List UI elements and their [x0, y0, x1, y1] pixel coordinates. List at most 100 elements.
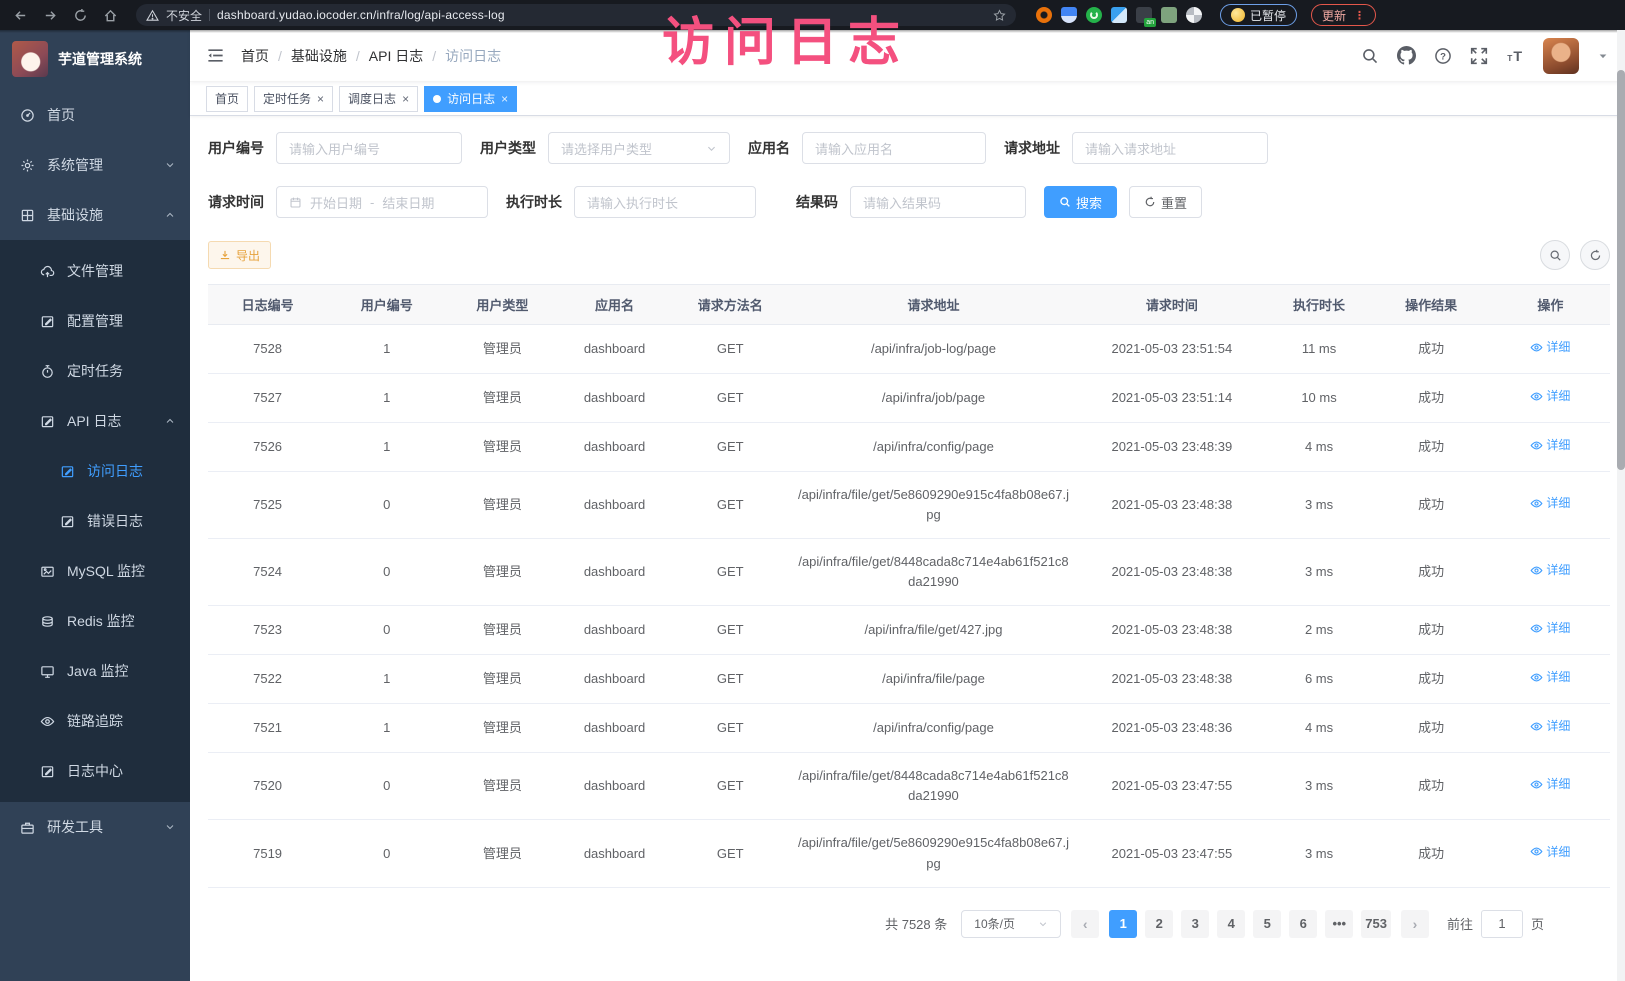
page-button-1[interactable]: 1	[1109, 910, 1137, 938]
page-ellipsis[interactable]: •••	[1325, 910, 1353, 938]
table-body: 75281管理员dashboardGET/api/infra/job-log/p…	[208, 325, 1610, 888]
close-icon[interactable]: ×	[317, 93, 324, 105]
duration-input[interactable]: 请输入执行时长	[574, 186, 756, 218]
hamburger-icon[interactable]	[206, 46, 225, 65]
sidebar-item-log-center[interactable]: 日志中心	[0, 746, 190, 796]
detail-link[interactable]: 详细	[1530, 338, 1570, 357]
sidebar-item-file-management[interactable]: 文件管理	[0, 246, 190, 296]
browser-forward-icon[interactable]	[38, 3, 62, 27]
breadcrumb-infrastructure[interactable]: 基础设施	[291, 46, 347, 66]
user-id-input[interactable]: 请输入用户编号	[276, 132, 462, 164]
request-url-input[interactable]: 请输入请求地址	[1072, 132, 1268, 164]
page-button-753[interactable]: 753	[1361, 910, 1391, 938]
fullscreen-icon[interactable]	[1470, 47, 1488, 65]
refresh-icon	[1589, 249, 1602, 262]
close-icon[interactable]: ×	[402, 93, 409, 105]
extension-green-icon[interactable]	[1086, 7, 1102, 23]
tab-首页[interactable]: 首页	[206, 86, 248, 112]
detail-link[interactable]: 详细	[1530, 717, 1570, 736]
toggle-search-button[interactable]	[1540, 240, 1570, 270]
sidebar-item-label: Redis 监控	[67, 611, 176, 631]
detail-link[interactable]: 详细	[1530, 668, 1570, 687]
detail-link[interactable]: 详细	[1530, 843, 1570, 862]
profile-sync-paused-chip[interactable]: 已暂停	[1220, 4, 1297, 26]
page-button-3[interactable]: 3	[1181, 910, 1209, 938]
cell-duration: 11 ms	[1266, 325, 1371, 374]
scrollbar-thumb[interactable]	[1617, 70, 1625, 470]
search-icon[interactable]	[1361, 47, 1379, 65]
breadcrumb-home[interactable]: 首页	[241, 46, 269, 66]
edit-icon	[60, 514, 75, 529]
scrollbar-track[interactable]	[1617, 30, 1625, 981]
cell-method: GET	[671, 655, 790, 704]
close-icon[interactable]: ×	[501, 93, 508, 105]
sidebar-item-java-monitor[interactable]: Java 监控	[0, 646, 190, 696]
sidebar-item-access-log[interactable]: 访问日志	[0, 446, 190, 496]
breadcrumb-api-log[interactable]: API 日志	[369, 46, 423, 66]
tab-访问日志[interactable]: 访问日志 ×	[424, 86, 517, 112]
sidebar-item-dev-tools[interactable]: 研发工具	[0, 802, 190, 852]
next-page-button[interactable]: ›	[1401, 910, 1429, 938]
tab-调度日志[interactable]: 调度日志×	[339, 86, 418, 112]
address-bar[interactable]: 不安全 dashboard.yudao.iocoder.cn/infra/log…	[136, 4, 1016, 26]
extension-pinwheel-icon[interactable]	[1186, 7, 1202, 23]
cell-user_type: 管理员	[446, 373, 558, 422]
sidebar-item-trace[interactable]: 链路追踪	[0, 696, 190, 746]
reset-button[interactable]: 重置	[1129, 186, 1202, 218]
detail-link[interactable]: 详细	[1530, 775, 1570, 794]
column-header: 应用名	[558, 285, 670, 325]
app-name-input[interactable]: 请输入应用名	[802, 132, 986, 164]
detail-link[interactable]: 详细	[1530, 619, 1570, 638]
extension-orange-icon[interactable]	[1036, 7, 1052, 23]
sidebar-item-system-management[interactable]: 系统管理	[0, 140, 190, 190]
detail-link[interactable]: 详细	[1530, 494, 1570, 513]
help-icon[interactable]: ?	[1434, 47, 1452, 65]
extension-puzzle-icon[interactable]	[1111, 7, 1127, 23]
cell-id: 7527	[208, 373, 327, 422]
extension-person-icon[interactable]	[1161, 7, 1177, 23]
browser-reload-icon[interactable]	[68, 3, 92, 27]
prev-page-button[interactable]: ‹	[1071, 910, 1099, 938]
page-button-2[interactable]: 2	[1145, 910, 1173, 938]
sidebar-item-config-management[interactable]: 配置管理	[0, 296, 190, 346]
browser-update-button[interactable]: 更新 ⋮	[1311, 4, 1376, 26]
extension-shield-icon[interactable]	[1061, 7, 1077, 23]
page-button-6[interactable]: 6	[1289, 910, 1317, 938]
bookmark-star-icon[interactable]	[993, 9, 1006, 22]
sidebar-item-api-log[interactable]: API 日志	[0, 396, 190, 446]
detail-link[interactable]: 详细	[1530, 387, 1570, 406]
chevron-down-icon[interactable]	[1597, 50, 1609, 62]
result-code-input[interactable]: 请输入结果码	[850, 186, 1026, 218]
browser-menu-icon[interactable]: ⋮	[1354, 9, 1365, 22]
tab-定时任务[interactable]: 定时任务×	[254, 86, 333, 112]
browser-home-icon[interactable]	[98, 3, 122, 27]
sidebar-item-mysql-monitor[interactable]: MySQL 监控	[0, 546, 190, 596]
sidebar-item-infrastructure[interactable]: 基础设施	[0, 190, 190, 240]
sidebar-item-redis-monitor[interactable]: Redis 监控	[0, 596, 190, 646]
export-button[interactable]: 导出	[208, 241, 271, 269]
request-time-range-picker[interactable]: 开始日期 - 结束日期	[276, 186, 488, 218]
sidebar-item-error-log[interactable]: 错误日志	[0, 496, 190, 546]
detail-link[interactable]: 详细	[1530, 436, 1570, 455]
detail-link[interactable]: 详细	[1530, 561, 1570, 580]
tab-label: 访问日志	[447, 90, 495, 107]
cell-user_id: 0	[327, 606, 446, 655]
search-button[interactable]: 搜索	[1044, 186, 1117, 218]
github-icon[interactable]	[1397, 46, 1416, 65]
sidebar-item-label: 系统管理	[47, 155, 152, 175]
browser-back-icon[interactable]	[8, 3, 32, 27]
sidebar-item-scheduled-jobs[interactable]: 定时任务	[0, 346, 190, 396]
font-size-icon[interactable]: TT	[1506, 46, 1525, 65]
page-size-select[interactable]: 10条/页	[961, 910, 1061, 938]
gauge-icon	[20, 108, 35, 123]
page-button-4[interactable]: 4	[1217, 910, 1245, 938]
cell-app: dashboard	[558, 471, 670, 538]
page-button-5[interactable]: 5	[1253, 910, 1281, 938]
user-type-select[interactable]: 请选择用户类型	[548, 132, 730, 164]
sidebar-item-home[interactable]: 首页	[0, 90, 190, 140]
refresh-table-button[interactable]	[1580, 240, 1610, 270]
goto-page-input[interactable]	[1481, 910, 1523, 938]
app-logo[interactable]: 芋道管理系统	[0, 30, 190, 88]
user-avatar[interactable]	[1543, 38, 1579, 74]
extension-grid-icon[interactable]: an	[1136, 7, 1152, 23]
